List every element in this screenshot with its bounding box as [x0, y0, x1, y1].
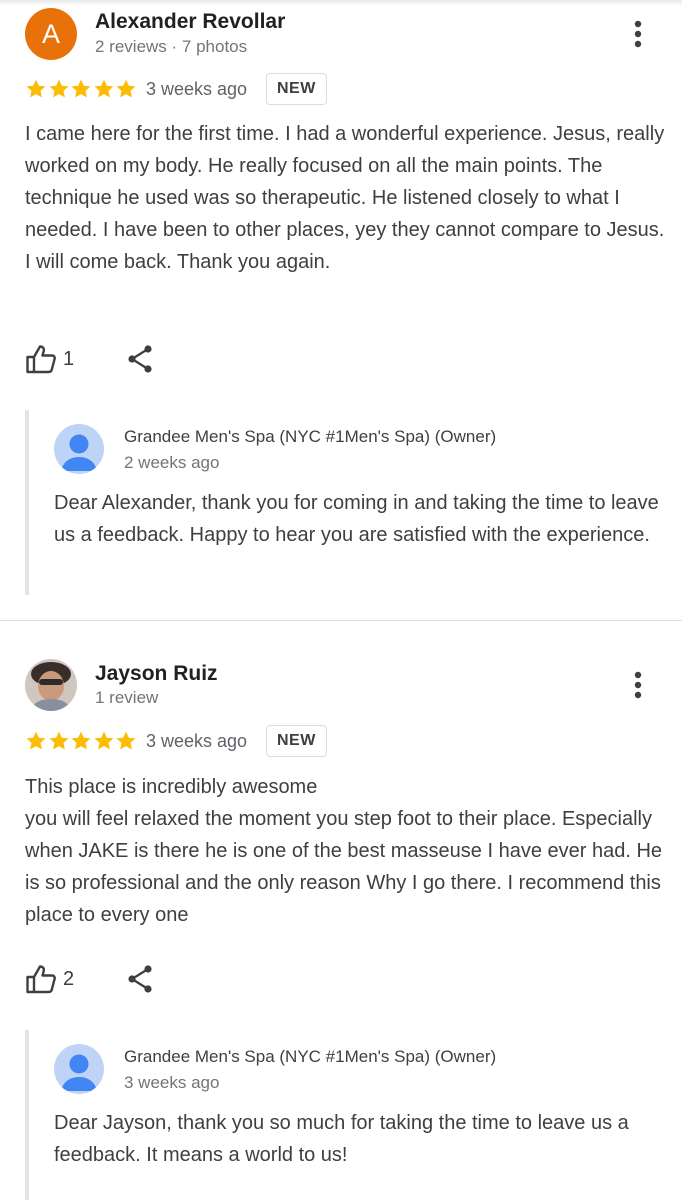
thumb-up-icon: [26, 965, 56, 994]
like-button[interactable]: 2: [25, 964, 74, 994]
reply-time: 2 weeks ago: [124, 453, 220, 472]
new-badge: NEW: [266, 725, 327, 757]
owner-avatar: [54, 424, 104, 474]
reply-text: Dear Alexander, thank you for coming in …: [54, 492, 659, 546]
review-text: I came here for the first time. I had a …: [25, 123, 665, 273]
star-icon: [116, 79, 136, 98]
avatar[interactable]: A: [25, 8, 77, 60]
star-icon: [116, 731, 136, 750]
owner-avatar: [54, 1044, 104, 1094]
reviewer-meta: 2 reviews · 7 photos: [95, 37, 248, 56]
reviewer-name[interactable]: Alexander Revollar: [95, 10, 285, 34]
owner-reply: Grandee Men's Spa (NYC #1Men's Spa) (Own…: [25, 410, 669, 595]
more-vert-icon: [634, 671, 642, 699]
owner-reply: Grandee Men's Spa (NYC #1Men's Spa) (Own…: [25, 1030, 669, 1200]
share-button[interactable]: [126, 344, 154, 374]
avatar-letter: A: [41, 18, 60, 49]
reply-time: 3 weeks ago: [124, 1073, 220, 1092]
star-icon: [26, 79, 46, 98]
owner-name: Grandee Men's Spa (NYC #1Men's Spa) (Own…: [124, 427, 497, 446]
more-vert-icon: [634, 20, 642, 48]
like-button[interactable]: 1: [25, 344, 74, 374]
profile-photo-icon: [25, 659, 77, 711]
reply-text: Dear Jayson, thank you so much for takin…: [54, 1112, 629, 1166]
thumb-up-icon: [26, 345, 56, 374]
person-icon: [61, 1054, 97, 1091]
share-icon: [128, 965, 152, 993]
new-badge: NEW: [266, 73, 327, 105]
star-icon: [94, 731, 113, 750]
more-options-button[interactable]: [620, 667, 656, 703]
star-icon: [71, 79, 91, 98]
review-text: This place is incredibly awesome you wil…: [25, 776, 663, 926]
star-rating: [25, 730, 138, 752]
person-icon: [61, 434, 97, 471]
star-rating: [25, 78, 138, 100]
star-icon: [71, 731, 91, 750]
share-icon: [128, 345, 152, 373]
avatar[interactable]: [25, 659, 77, 711]
star-icon: [26, 731, 46, 750]
review-time: 3 weeks ago: [146, 79, 248, 99]
star-icon: [49, 79, 68, 98]
star-icon: [94, 79, 113, 98]
review-time: 3 weeks ago: [146, 731, 248, 751]
review-actions: 2: [25, 964, 154, 994]
reviewer-name[interactable]: Jayson Ruiz: [95, 662, 218, 686]
review-card: Jayson Ruiz 1 review 3 weeks ago NEW Thi…: [0, 621, 682, 1200]
star-icon: [49, 731, 68, 750]
like-count: 2: [63, 967, 75, 990]
share-button[interactable]: [126, 964, 154, 994]
owner-name: Grandee Men's Spa (NYC #1Men's Spa) (Own…: [124, 1047, 497, 1066]
review-card: A Alexander Revollar 2 reviews · 7 photo…: [0, 0, 682, 620]
review-actions: 1: [25, 344, 154, 374]
reviewer-meta: 1 review: [95, 688, 159, 707]
like-count: 1: [63, 347, 75, 370]
more-options-button[interactable]: [620, 16, 656, 52]
